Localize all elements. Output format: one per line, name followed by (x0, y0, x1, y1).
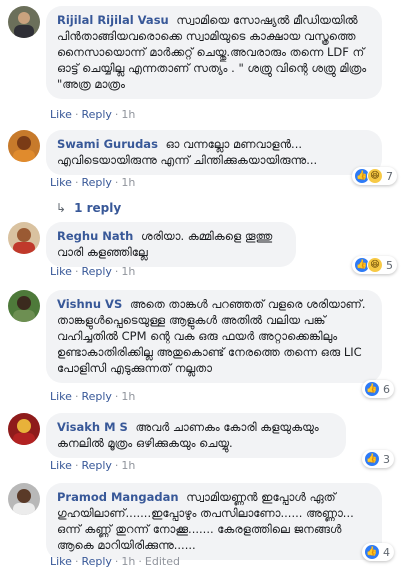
reply-link[interactable]: Reply (81, 265, 111, 278)
reaction-count: 3 (383, 452, 390, 466)
comment-timestamp[interactable]: 1h (121, 176, 135, 189)
comment-timestamp[interactable]: 1h (121, 555, 135, 568)
comment-actions: Like · Reply · 1h (50, 459, 135, 472)
view-replies-link[interactable]: ↳ 1 reply (56, 201, 121, 215)
like-link[interactable]: Like (50, 390, 72, 403)
reply-arrow-icon: ↳ (56, 201, 67, 215)
like-icon: 👍 (364, 451, 380, 467)
separator-dot: · (138, 555, 142, 568)
comment-author[interactable]: Reghu Nath (57, 229, 133, 243)
reaction-summary[interactable]: 👍 6 (362, 380, 394, 398)
reaction-count: 6 (383, 382, 390, 396)
comment-actions: Like · Reply · 1h (50, 176, 135, 189)
reaction-summary[interactable]: 👍 4 (362, 543, 394, 561)
comment-actions: Like · Reply · 1h (50, 108, 135, 121)
separator-dot: · (114, 265, 119, 278)
comment-actions: Like · Reply · 1h (50, 390, 135, 403)
replies-count-label[interactable]: 1 reply (74, 201, 121, 215)
like-icon: 👍 (364, 544, 380, 560)
separator-dot: · (74, 265, 79, 278)
like-link[interactable]: Like (50, 555, 72, 568)
reply-link[interactable]: Reply (81, 555, 111, 568)
reply-link[interactable]: Reply (81, 108, 111, 121)
reply-link[interactable]: Reply (81, 390, 111, 403)
reaction-count: 4 (383, 545, 390, 559)
edited-label[interactable]: Edited (145, 555, 180, 568)
comment-author[interactable]: Vishnu VS (57, 297, 122, 311)
separator-dot: · (114, 459, 119, 472)
avatar[interactable] (8, 483, 40, 515)
reaction-count: 7 (386, 169, 393, 183)
like-link[interactable]: Like (50, 176, 72, 189)
separator-dot: · (114, 555, 119, 568)
reaction-count: 5 (386, 258, 393, 272)
reply-link[interactable]: Reply (81, 459, 111, 472)
separator-dot: · (74, 176, 79, 189)
comment-timestamp[interactable]: 1h (121, 108, 135, 121)
haha-icon: 😆 (367, 257, 383, 273)
reaction-summary[interactable]: 👍 😆 5 (352, 256, 397, 274)
avatar[interactable] (8, 222, 40, 254)
comment-timestamp[interactable]: 1h (121, 459, 135, 472)
separator-dot: · (74, 459, 79, 472)
comment-bubble: Rijilal Rijilal Vasu സ്വാമിയെ സോഷ്യൽ മീഡ… (46, 6, 382, 99)
separator-dot: · (74, 108, 79, 121)
avatar[interactable] (8, 413, 40, 445)
comment-bubble: Vishnu VS അതെ താങ്കൾ പറഞ്ഞത് വളരെ ശരിയാണ… (46, 290, 382, 383)
reaction-summary[interactable]: 👍 😆 7 (352, 167, 397, 185)
separator-dot: · (114, 390, 119, 403)
comment-author[interactable]: Rijilal Rijilal Vasu (57, 13, 169, 27)
like-link[interactable]: Like (50, 459, 72, 472)
separator-dot: · (74, 555, 79, 568)
like-icon: 👍 (364, 381, 380, 397)
comment-actions: Like · Reply · 1h · Edited (50, 555, 180, 568)
comment-timestamp[interactable]: 1h (121, 390, 135, 403)
comment-author[interactable]: Swami Gurudas (57, 137, 158, 151)
comment-author[interactable]: Visakh M S (57, 420, 128, 434)
comment-bubble: Pramod Mangadan സ്വാമിയണ്ണൻ ഇപ്പോൾ ഏത് ഗ… (46, 483, 382, 560)
separator-dot: · (74, 390, 79, 403)
comment-bubble: Visakh M S അവർ ചാണകം കോരി കളയുകയും കനലിൽ… (46, 413, 346, 458)
like-link[interactable]: Like (50, 265, 72, 278)
comment-bubble: Reghu Nath ശരിയാ. കമ്മികളെ തൂത്തു വാരി ക… (46, 222, 296, 267)
comment-author[interactable]: Pramod Mangadan (57, 490, 179, 504)
avatar[interactable] (8, 130, 40, 162)
comment-timestamp[interactable]: 1h (121, 265, 135, 278)
comment-thread: Rijilal Rijilal Vasu സ്വാമിയെ സോഷ്യൽ മീഡ… (0, 0, 401, 573)
separator-dot: · (114, 176, 119, 189)
comment-bubble: Swami Gurudas ഓ വന്നല്ലോ മണവാളൻ... എവിടെ… (46, 130, 382, 175)
haha-icon: 😆 (367, 168, 383, 184)
separator-dot: · (114, 108, 119, 121)
reaction-summary[interactable]: 👍 3 (362, 450, 394, 468)
like-link[interactable]: Like (50, 108, 72, 121)
comment-actions: Like · Reply · 1h (50, 265, 135, 278)
avatar[interactable] (8, 290, 40, 322)
reply-link[interactable]: Reply (81, 176, 111, 189)
avatar[interactable] (8, 6, 40, 38)
